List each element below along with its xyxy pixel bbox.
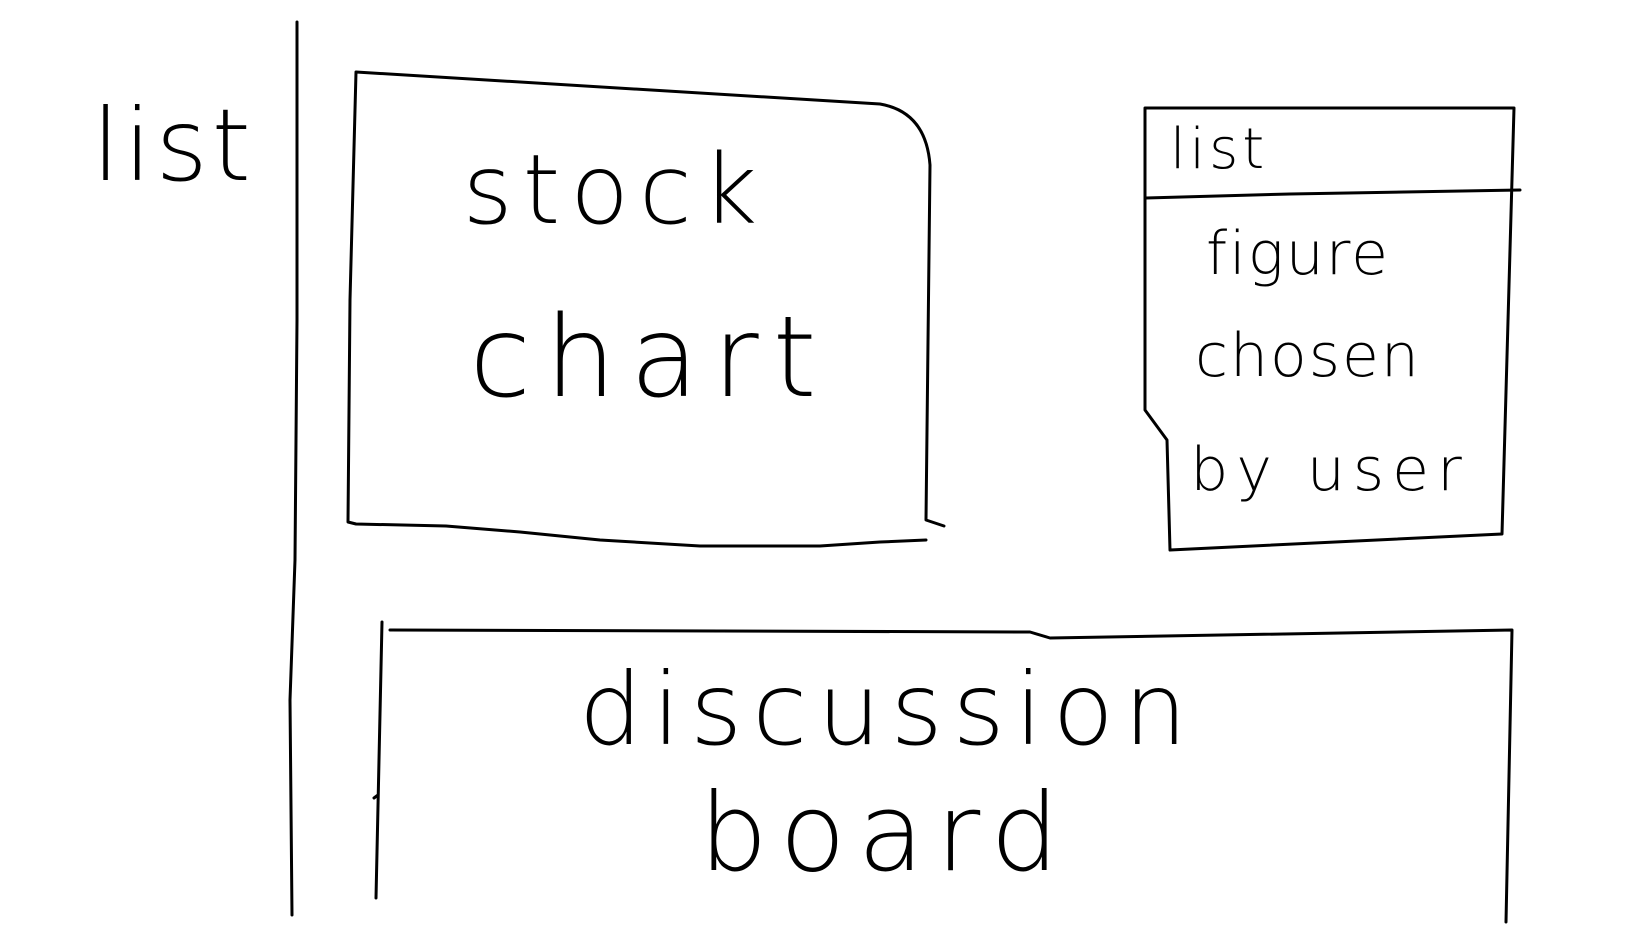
stock-chart-title: stock <box>462 134 768 246</box>
figure-panel-header-label: list <box>1170 117 1269 182</box>
figure-panel-line-3: by user <box>1190 435 1470 505</box>
discussion-board-subtitle: board <box>699 771 1071 896</box>
figure-panel-line-1: figure <box>1205 219 1391 289</box>
figure-panel-line-2: chosen <box>1195 321 1421 391</box>
sidebar-list-label: list <box>92 87 255 204</box>
figure-panel-header-divider <box>1144 188 1522 200</box>
stock-chart-subtitle: chart <box>469 293 831 423</box>
discussion-board-title: discussion <box>578 651 1198 768</box>
sidebar-divider <box>288 20 299 917</box>
